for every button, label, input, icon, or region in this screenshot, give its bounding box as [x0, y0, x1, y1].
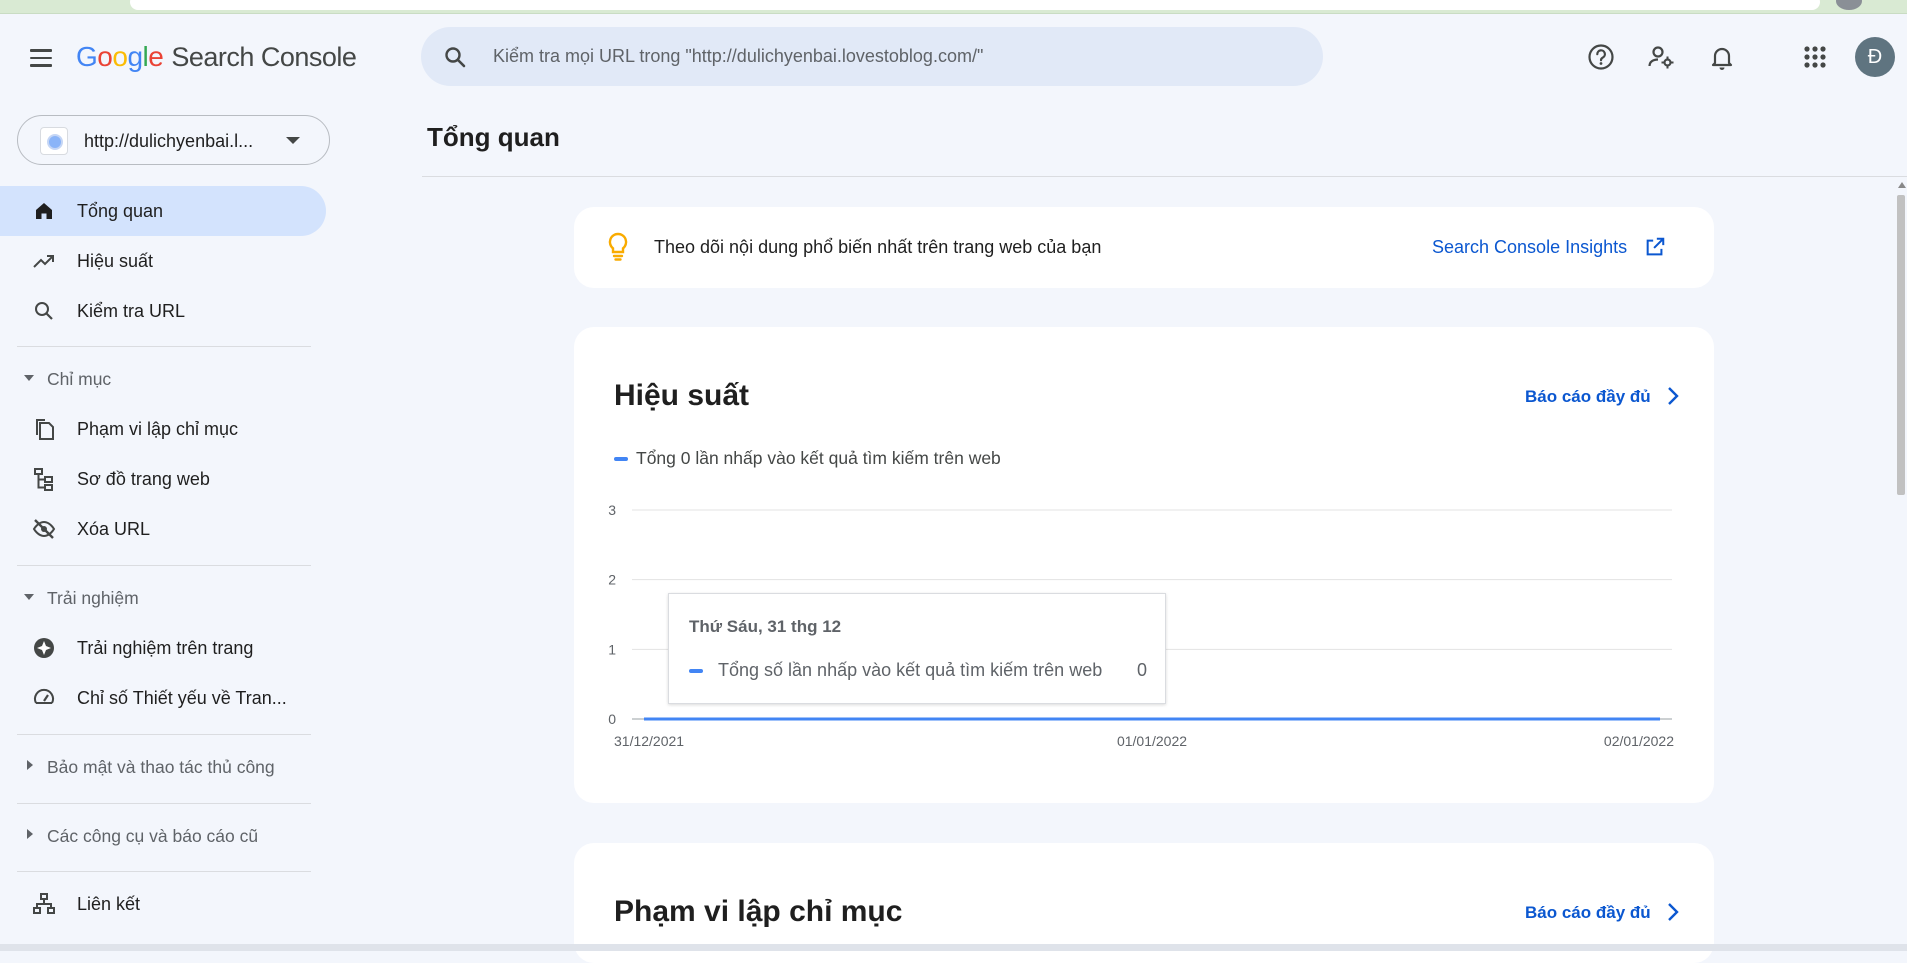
expand-more-icon: [27, 829, 33, 839]
main-menu-icon[interactable]: [26, 44, 58, 70]
sidebar-item-label: Hiệu suất: [77, 251, 153, 272]
sidebar-section-index[interactable]: Chỉ mục: [0, 357, 326, 401]
browser-chrome-strip: [0, 0, 1907, 14]
y-tick-label: 0: [608, 711, 616, 727]
top-app-bar: GoogleSearch Console Đ: [0, 14, 1907, 100]
caret-down-icon: [286, 137, 300, 144]
help-icon[interactable]: [1586, 42, 1616, 72]
sidebar-item-label: Trải nghiệm trên trang: [77, 638, 253, 659]
avatar-initial: Đ: [1868, 46, 1882, 69]
horizontal-scrollbar[interactable]: [0, 944, 1907, 951]
insights-card: Theo dõi nội dung phổ biến nhất trên tra…: [574, 207, 1714, 288]
apps-grid-icon[interactable]: [1800, 42, 1830, 72]
sidebar-item-label: Sơ đồ trang web: [77, 469, 210, 490]
sidebar-section-label: Trải nghiệm: [47, 588, 139, 609]
expand-less-icon: [24, 594, 34, 600]
sidebar-item-sitemaps[interactable]: Sơ đồ trang web: [0, 454, 326, 504]
page-experience-icon: [32, 636, 56, 660]
y-tick-label: 3: [608, 502, 616, 518]
search-input[interactable]: [493, 27, 1293, 86]
sidebar-item-url-inspection[interactable]: Kiểm tra URL: [0, 286, 326, 336]
browser-profile-icon[interactable]: [1836, 0, 1862, 10]
scrollbar-thumb[interactable]: [1897, 195, 1905, 495]
sidebar-section-experience[interactable]: Trải nghiệm: [0, 576, 326, 620]
url-inspection-search[interactable]: [421, 27, 1323, 86]
y-tick-label: 1: [608, 641, 616, 657]
search-icon: [32, 299, 56, 323]
tooltip-value: 0: [1137, 660, 1147, 681]
sidebar-section-label: Bảo mật và thao tác thủ công: [47, 757, 275, 778]
tooltip-date: Thứ Sáu, 31 thg 12: [689, 617, 841, 637]
logo-letter: o: [112, 41, 127, 72]
insights-text: Theo dõi nội dung phổ biến nhất trên tra…: [654, 237, 1101, 258]
sidebar-section-legacy[interactable]: Các công cụ và báo cáo cũ: [0, 814, 326, 858]
coverage-title: Phạm vi lập chỉ mục: [614, 895, 902, 929]
title-divider: [422, 176, 1907, 177]
sidebar-item-overview[interactable]: Tổng quan: [0, 186, 326, 236]
logo-letter: g: [127, 41, 142, 72]
x-tick-label: 31/12/2021: [614, 733, 684, 749]
sidebar-divider: [17, 734, 311, 735]
sidebar-item-label: Xóa URL: [77, 519, 150, 540]
file-copy-icon: [32, 417, 56, 441]
search-console-logo[interactable]: GoogleSearch Console: [76, 41, 356, 73]
sidebar-divider: [17, 346, 311, 347]
sidebar-item-removals[interactable]: Xóa URL: [0, 504, 326, 554]
y-tick-label: 2: [608, 572, 616, 588]
product-name: Search Console: [171, 42, 356, 72]
performance-card: Hiệu suất Báo cáo đầy đủ Tổng 0 lần nhấp…: [574, 327, 1714, 803]
speed-gauge-icon: [32, 686, 56, 710]
expand-more-icon: [27, 760, 33, 770]
sidebar-item-core-web-vitals[interactable]: Chỉ số Thiết yếu về Tran...: [0, 673, 326, 723]
expand-less-icon: [24, 375, 34, 381]
sidebar-divider: [17, 871, 311, 872]
sidebar-item-performance[interactable]: Hiệu suất: [0, 236, 326, 286]
links-icon: [32, 892, 56, 916]
tooltip-label: Tổng số lần nhấp vào kết quả tìm kiếm tr…: [718, 660, 1102, 681]
scroll-up-arrow[interactable]: [1898, 182, 1906, 188]
open-in-new-icon[interactable]: [1644, 236, 1666, 258]
sidebar-item-page-experience[interactable]: Trải nghiệm trên trang: [0, 623, 326, 673]
property-globe-icon: [40, 127, 68, 155]
browser-address-pill[interactable]: [130, 0, 1820, 10]
property-label: http://dulichyenbai.l...: [84, 131, 253, 152]
logo-letter: o: [97, 41, 112, 72]
x-tick-label: 01/01/2022: [1117, 733, 1187, 749]
sidebar-item-label: Phạm vi lập chỉ mục: [77, 419, 238, 440]
manage-users-icon[interactable]: [1646, 42, 1676, 72]
coverage-full-report-link[interactable]: Báo cáo đầy đủ: [1525, 903, 1651, 923]
home-icon: [32, 199, 56, 223]
performance-chart: 0 1 2 3 31/12/2021 01/01/2022 02/01/2022: [574, 327, 1714, 803]
sidebar-divider: [17, 565, 311, 566]
sidebar-item-label: Tổng quan: [77, 201, 163, 222]
sidebar-item-links[interactable]: Liên kết: [0, 879, 326, 929]
sidebar-item-label: Chỉ số Thiết yếu về Tran...: [77, 688, 287, 709]
notifications-icon[interactable]: [1707, 42, 1737, 72]
x-tick-label: 02/01/2022: [1604, 733, 1674, 749]
sidebar-item-label: Kiểm tra URL: [77, 301, 185, 322]
sidebar-item-label: Liên kết: [77, 894, 140, 915]
sidebar-divider: [17, 803, 311, 804]
search-console-insights-link[interactable]: Search Console Insights: [1432, 237, 1627, 258]
sidebar-section-label: Chỉ mục: [47, 369, 111, 390]
sitemap-icon: [32, 467, 56, 491]
sidebar-item-coverage[interactable]: Phạm vi lập chỉ mục: [0, 404, 326, 454]
sidebar: http://dulichyenbai.l... Tổng quan Hiệu …: [0, 100, 330, 951]
visibility-off-icon: [32, 517, 56, 541]
chart-tooltip: Thứ Sáu, 31 thg 12 Tổng số lần nhấp vào …: [668, 593, 1166, 704]
sidebar-section-security[interactable]: Bảo mật và thao tác thủ công: [0, 745, 326, 789]
search-icon[interactable]: [443, 45, 467, 69]
sidebar-section-label: Các công cụ và báo cáo cũ: [47, 826, 258, 847]
tooltip-swatch: [689, 669, 703, 673]
logo-letter: e: [148, 41, 163, 72]
property-selector[interactable]: http://dulichyenbai.l...: [17, 115, 330, 165]
logo-letter: G: [76, 41, 97, 72]
lightbulb-icon: [606, 232, 630, 262]
page-title: Tổng quan: [427, 122, 560, 153]
chevron-right-icon[interactable]: [1664, 901, 1682, 923]
trending-up-icon: [32, 249, 56, 273]
account-avatar[interactable]: Đ: [1855, 37, 1895, 77]
